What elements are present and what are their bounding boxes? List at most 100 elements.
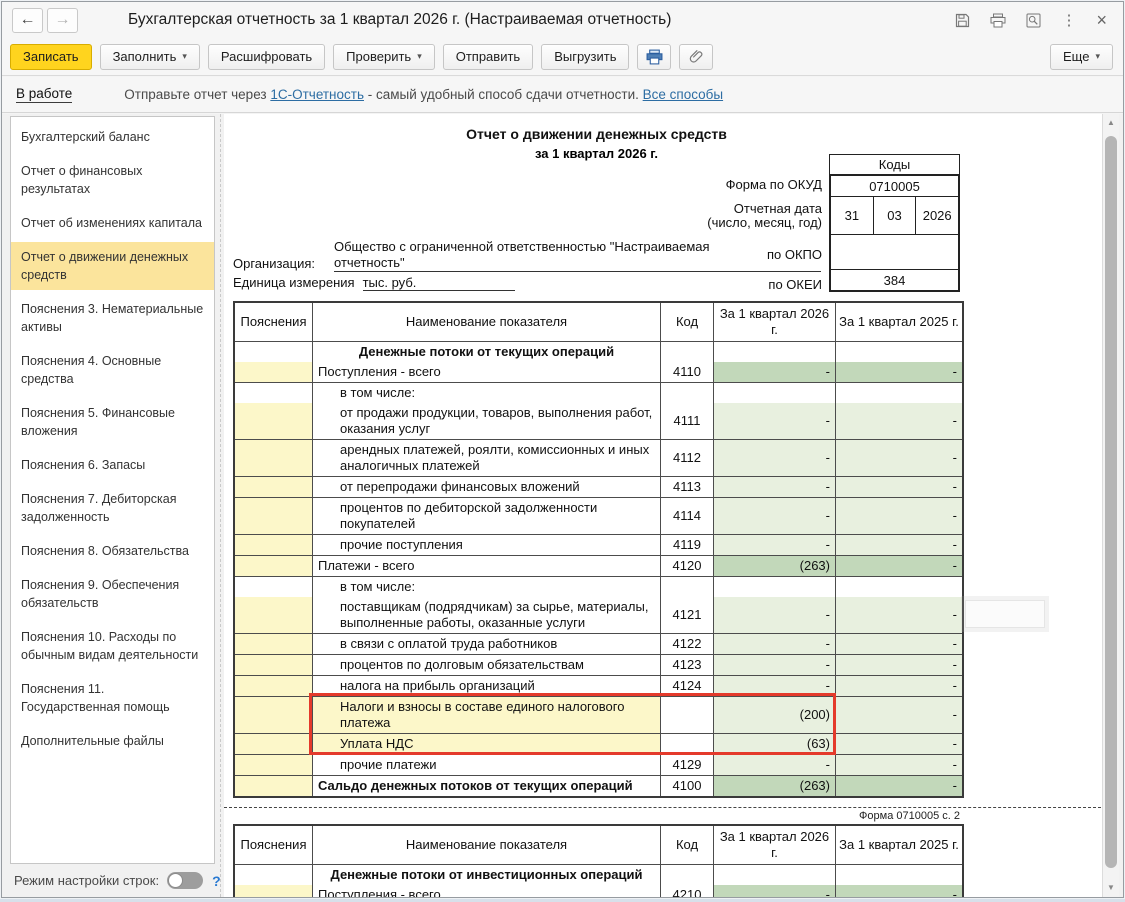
forward-button[interactable]: →: [47, 8, 78, 33]
save-button[interactable]: Записать: [10, 44, 92, 70]
explanation-cell[interactable]: [235, 754, 312, 775]
more-menu-icon[interactable]: ⋮: [1061, 11, 1076, 29]
sidebar-item[interactable]: Бухгалтерский баланс: [11, 122, 214, 152]
value-2025-cell[interactable]: -: [835, 885, 962, 898]
value-2026-cell[interactable]: (200): [713, 696, 835, 733]
value-2026-cell[interactable]: (63): [713, 733, 835, 754]
attach-button[interactable]: [679, 44, 713, 70]
value-2025-cell[interactable]: -: [835, 439, 962, 476]
explanation-cell[interactable]: [235, 864, 312, 885]
value-2026-cell[interactable]: -: [713, 534, 835, 555]
explanation-cell[interactable]: [235, 497, 312, 534]
fill-button[interactable]: Заполнить▾: [100, 44, 200, 70]
sidebar-item[interactable]: Пояснения 4. Основные средства: [11, 346, 214, 394]
value-2026-cell[interactable]: -: [713, 633, 835, 654]
preview-icon[interactable]: [1026, 13, 1041, 28]
report-day[interactable]: 31: [831, 197, 873, 234]
report-year[interactable]: 2026: [915, 197, 958, 234]
sidebar-item[interactable]: Пояснения 11. Государственная помощь: [11, 674, 214, 722]
value-2025-cell[interactable]: -: [835, 733, 962, 754]
explanation-cell[interactable]: [235, 534, 312, 555]
explanation-cell[interactable]: [235, 382, 312, 403]
print-icon[interactable]: [990, 13, 1006, 28]
report-month[interactable]: 03: [873, 197, 916, 234]
sidebar-item[interactable]: Пояснения 10. Расходы по обычным видам д…: [11, 622, 214, 670]
print-button[interactable]: [637, 44, 671, 70]
sidebar-item[interactable]: Отчет об изменениях капитала: [11, 208, 214, 238]
back-button[interactable]: ←: [12, 8, 43, 33]
rows-mode-toggle[interactable]: [167, 872, 203, 889]
value-2026-cell[interactable]: -: [713, 597, 835, 633]
value-2025-cell[interactable]: -: [835, 696, 962, 733]
value-2026-cell[interactable]: -: [713, 439, 835, 476]
sidebar-item[interactable]: Пояснения 7. Дебиторская задолженность: [11, 484, 214, 532]
value-2026-cell[interactable]: -: [713, 403, 835, 439]
value-2025-cell[interactable]: -: [835, 403, 962, 439]
scrollbar-thumb[interactable]: [1105, 136, 1117, 868]
sidebar-item[interactable]: Пояснения 9. Обеспечения обязательств: [11, 570, 214, 618]
explanation-cell[interactable]: [235, 403, 312, 439]
okpo-value[interactable]: [831, 234, 958, 269]
send-button[interactable]: Отправить: [443, 44, 533, 70]
value-2025-cell[interactable]: -: [835, 362, 962, 382]
sidebar-item[interactable]: Пояснения 5. Финансовые вложения: [11, 398, 214, 446]
value-2025-cell[interactable]: -: [835, 675, 962, 696]
value-2026-cell[interactable]: -: [713, 476, 835, 497]
explanation-cell[interactable]: [235, 633, 312, 654]
indicator-name[interactable]: Уплата НДС: [312, 733, 660, 754]
value-2025-cell[interactable]: -: [835, 476, 962, 497]
value-2026-cell[interactable]: -: [713, 885, 835, 898]
value-2026-cell[interactable]: (263): [713, 555, 835, 576]
value-2025-cell[interactable]: -: [835, 555, 962, 576]
value-2026-cell[interactable]: -: [713, 497, 835, 534]
sidebar-item[interactable]: Пояснения 3. Нематериальные активы: [11, 294, 214, 342]
sidebar-item[interactable]: Пояснения 8. Обязательства: [11, 536, 214, 566]
all-methods-link[interactable]: Все способы: [643, 87, 723, 102]
report-status[interactable]: В работе: [16, 86, 72, 103]
help-icon[interactable]: ?: [212, 873, 221, 889]
value-2026-cell[interactable]: (263): [713, 775, 835, 796]
organization-value[interactable]: Общество с ограниченной ответственностью…: [334, 239, 821, 272]
splitter[interactable]: [220, 114, 221, 897]
explanation-cell[interactable]: [235, 675, 312, 696]
value-2025-cell[interactable]: -: [835, 754, 962, 775]
value-2026-cell[interactable]: -: [713, 362, 835, 382]
sidebar-item[interactable]: Пояснения 6. Запасы: [11, 450, 214, 480]
close-icon[interactable]: ×: [1096, 11, 1107, 29]
explanation-cell[interactable]: [235, 362, 312, 382]
vertical-scrollbar[interactable]: ▲ ▼: [1102, 114, 1119, 898]
sidebar-item[interactable]: Дополнительные файлы: [11, 726, 214, 756]
more-button[interactable]: Еще▾: [1050, 44, 1113, 70]
okei-value[interactable]: 384: [831, 269, 958, 290]
scroll-down-icon[interactable]: ▼: [1103, 883, 1119, 892]
explanation-cell[interactable]: [235, 576, 312, 597]
indicator-name[interactable]: Налоги и взносы в составе единого налого…: [312, 696, 660, 733]
explanation-cell[interactable]: [235, 733, 312, 754]
value-2025-cell[interactable]: -: [835, 534, 962, 555]
okud-value[interactable]: 0710005: [831, 176, 958, 196]
1c-reporting-link[interactable]: 1С-Отчетность: [270, 87, 364, 102]
explanation-cell[interactable]: [235, 885, 312, 898]
check-button[interactable]: Проверить▾: [333, 44, 435, 70]
unit-value[interactable]: тыс. руб.: [363, 275, 515, 291]
value-2025-cell[interactable]: -: [835, 654, 962, 675]
sidebar-item[interactable]: Отчет о движении денежных средств: [11, 242, 214, 290]
value-2026-cell[interactable]: -: [713, 654, 835, 675]
explanation-cell[interactable]: [235, 555, 312, 576]
value-2025-cell[interactable]: -: [835, 597, 962, 633]
value-2025-cell[interactable]: -: [835, 497, 962, 534]
explanation-cell[interactable]: [235, 775, 312, 796]
explanation-cell[interactable]: [235, 654, 312, 675]
scroll-up-icon[interactable]: ▲: [1103, 118, 1119, 127]
value-2026-cell[interactable]: -: [713, 754, 835, 775]
explanation-cell[interactable]: [235, 597, 312, 633]
decipher-button[interactable]: Расшифровать: [208, 44, 325, 70]
explanation-cell[interactable]: [235, 439, 312, 476]
save-icon[interactable]: [955, 13, 970, 28]
explanation-cell[interactable]: [235, 476, 312, 497]
explanation-cell[interactable]: [235, 341, 312, 362]
value-2026-cell[interactable]: -: [713, 675, 835, 696]
value-2025-cell[interactable]: -: [835, 775, 962, 796]
value-2025-cell[interactable]: -: [835, 633, 962, 654]
sidebar-item[interactable]: Отчет о финансовых результатах: [11, 156, 214, 204]
